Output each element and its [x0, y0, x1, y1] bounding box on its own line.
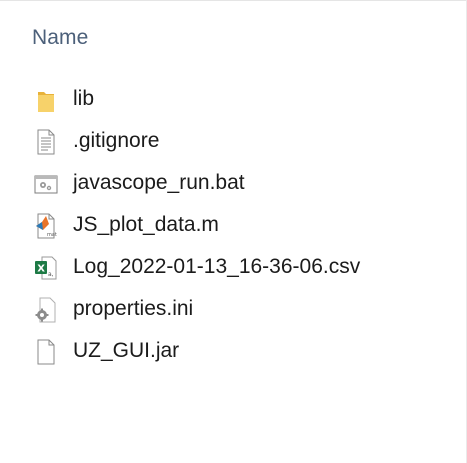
file-explorer-pane: Name lib .gitignore javascope_run.bat ma…: [0, 0, 467, 463]
list-item-log-csv[interactable]: a, X Log_2022-01-13_16-36-06.csv: [0, 247, 460, 289]
blank-file-icon: [34, 338, 58, 366]
file-name: .gitignore: [73, 129, 160, 152]
name-column-header[interactable]: Name: [32, 26, 88, 50]
file-list: lib .gitignore javascope_run.bat mat JS_…: [0, 79, 460, 373]
settings-file-icon: [34, 296, 58, 324]
file-name: JS_plot_data.m: [73, 213, 219, 236]
list-item-js-plot-data-m[interactable]: mat JS_plot_data.m: [0, 205, 460, 247]
svg-text:mat: mat: [47, 232, 57, 238]
svg-text:a,: a,: [48, 271, 54, 278]
list-item-properties-ini[interactable]: properties.ini: [0, 289, 460, 331]
file-name: lib: [73, 87, 95, 110]
batch-file-icon: [34, 170, 58, 198]
list-item-javascope-run-bat[interactable]: javascope_run.bat: [0, 163, 460, 205]
file-name: javascope_run.bat: [73, 171, 245, 194]
top-divider: [0, 0, 467, 1]
list-item-gitignore[interactable]: .gitignore: [0, 121, 460, 163]
folder-icon: [34, 86, 58, 114]
matlab-file-icon: mat: [34, 212, 58, 240]
file-name: Log_2022-01-13_16-36-06.csv: [73, 255, 361, 278]
file-name: properties.ini: [73, 297, 194, 320]
excel-file-icon: a, X: [34, 254, 58, 282]
file-name: UZ_GUI.jar: [73, 339, 180, 362]
text-file-icon: [34, 128, 58, 156]
list-item-uz-gui-jar[interactable]: UZ_GUI.jar: [0, 331, 460, 373]
svg-text:X: X: [37, 264, 45, 275]
list-item-lib[interactable]: lib: [0, 79, 460, 121]
